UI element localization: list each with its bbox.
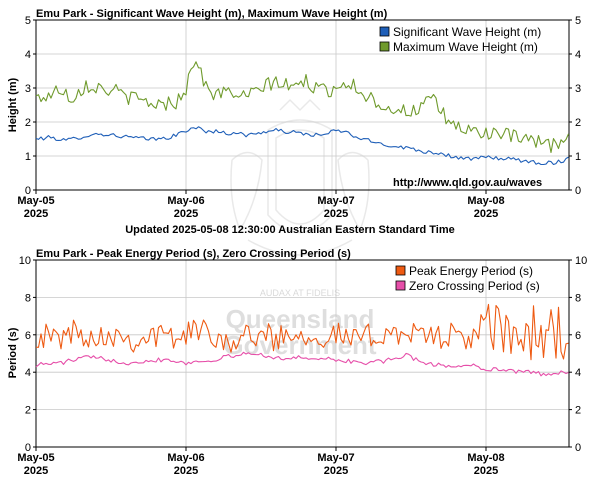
y-tick-label-right: 10: [575, 255, 587, 267]
y-tick-label-left: 2: [25, 117, 31, 129]
y-tick-label-right: 0: [575, 185, 581, 197]
series-line-significant: [35, 126, 569, 166]
wave-period-chart-title: Emu Park - Peak Energy Period (s), Zero …: [36, 248, 351, 260]
wave-data-page: { "updated_text": "Updated 2025-05-08 12…: [0, 0, 600, 480]
x-tick-label-year: 2025: [324, 208, 348, 220]
legend-label-maximum: Maximum Wave Height (m): [393, 40, 538, 54]
x-tick-label-year: 2025: [24, 208, 48, 220]
y-tick-label-right: 2: [575, 405, 581, 417]
y-tick-label-left: 4: [25, 367, 31, 379]
wave-period-chart: Emu Park - Peak Energy Period (s), Zero …: [7, 248, 587, 477]
wave-height-legend: Significant Wave Height (m) Maximum Wave…: [379, 25, 541, 54]
y-tick-label-right: 5: [575, 15, 581, 27]
x-tick-label-date: May-07: [317, 195, 354, 207]
waves-website-link[interactable]: http://www.qld.gov.au/waves: [393, 177, 542, 189]
wave-height-series: [35, 61, 570, 166]
y-tick-label-left: 3: [25, 83, 31, 95]
y-tick-label-left: 10: [19, 255, 31, 267]
x-tick-label-year: 2025: [24, 465, 48, 477]
legend-label-zero: Zero Crossing Period (s): [409, 279, 540, 293]
x-tick-label-date: May-05: [17, 195, 54, 207]
y-tick-label-left: 6: [25, 330, 31, 342]
y-tick-label-left: 5: [25, 15, 31, 27]
legend-swatch-significant: [379, 26, 390, 37]
y-tick-label-left: 4: [25, 49, 31, 61]
x-tick-label-date: May-07: [317, 452, 354, 464]
wave-period-x-ticks: May-052025May-062025May-072025May-082025: [17, 447, 505, 477]
y-tick-label-left: 1: [25, 151, 31, 163]
y-tick-label-left: 2: [25, 405, 31, 417]
y-tick-label-right: 2: [575, 117, 581, 129]
legend-swatch-zero: [395, 280, 406, 291]
y-tick-label-right: 4: [575, 367, 581, 379]
x-tick-label-year: 2025: [174, 208, 198, 220]
legend-label-significant: Significant Wave Height (m): [393, 25, 541, 39]
x-tick-label-year: 2025: [174, 465, 198, 477]
x-tick-label-date: May-08: [467, 452, 504, 464]
wave-height-chart-title: Emu Park - Significant Wave Height (m), …: [36, 8, 388, 20]
y-tick-label-right: 1: [575, 151, 581, 163]
x-tick-label-date: May-08: [467, 195, 504, 207]
x-tick-label-date: May-06: [167, 195, 204, 207]
x-tick-label-date: May-05: [17, 452, 54, 464]
wave-height-chart: Emu Park - Significant Wave Height (m), …: [7, 8, 581, 220]
y-tick-label-right: 0: [575, 442, 581, 454]
legend-swatch-peak: [395, 265, 406, 276]
wave-period-legend: Peak Energy Period (s) Zero Crossing Per…: [395, 264, 540, 293]
y-tick-label-right: 4: [575, 49, 581, 61]
wave-period-y-axis-label: Period (s): [7, 327, 19, 378]
x-tick-label-year: 2025: [474, 465, 498, 477]
legend-label-peak: Peak Energy Period (s): [409, 264, 533, 278]
y-tick-label-left: 8: [25, 292, 31, 304]
wave-charts: AUDAX AT FIDELIS Queensland Government E…: [7, 8, 587, 477]
y-tick-label-right: 6: [575, 330, 581, 342]
updated-timestamp: Updated 2025-05-08 12:30:00 Australian E…: [125, 224, 455, 236]
x-tick-label-year: 2025: [474, 208, 498, 220]
y-tick-label-right: 8: [575, 292, 581, 304]
x-tick-label-year: 2025: [324, 465, 348, 477]
watermark-motto: AUDAX AT FIDELIS: [260, 288, 340, 298]
wave-height-x-ticks: May-052025May-062025May-072025May-082025: [17, 190, 505, 220]
y-tick-label-right: 3: [575, 83, 581, 95]
x-tick-label-date: May-06: [167, 452, 204, 464]
legend-swatch-maximum: [379, 41, 390, 52]
wave-height-y-axis-label: Height (m): [7, 77, 19, 132]
